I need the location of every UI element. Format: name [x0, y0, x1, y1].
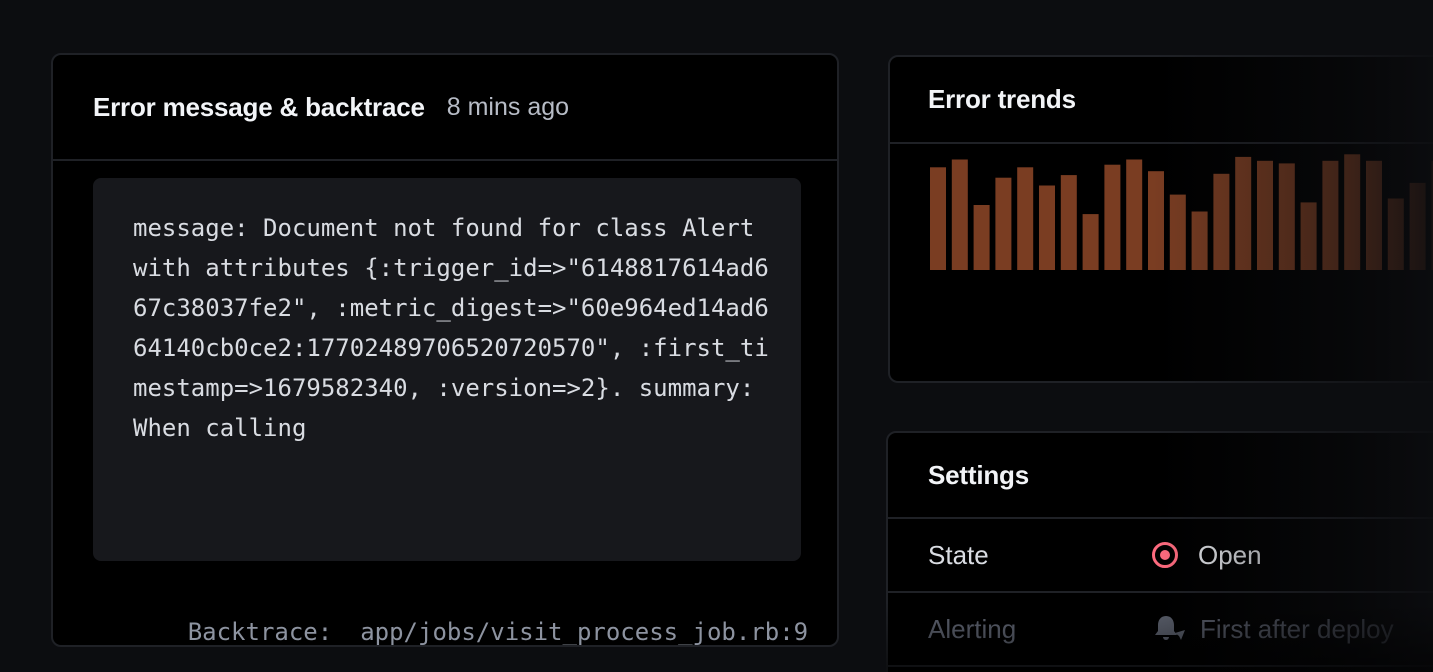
- error-trends-svg: [930, 154, 1433, 271]
- trend-bar[interactable]: [1278, 163, 1295, 270]
- trend-bar[interactable]: [1039, 185, 1055, 271]
- panel-header: Settings: [888, 433, 1433, 519]
- setting-value-alerting: First after deploy: [1200, 613, 1394, 644]
- trend-bar[interactable]: [1235, 156, 1252, 270]
- trend-bar[interactable]: [1409, 182, 1426, 270]
- trend-bar[interactable]: [1082, 214, 1099, 270]
- panel-title: Error trends: [928, 84, 1076, 114]
- trend-bar[interactable]: [1060, 175, 1077, 270]
- panel-header: Error trends: [890, 57, 1433, 144]
- state-selector[interactable]: Open: [1152, 540, 1262, 571]
- radio-selected-icon: [1152, 542, 1178, 568]
- backtrace-label: Backtrace:: [187, 618, 333, 646]
- trend-bar[interactable]: [1126, 159, 1143, 271]
- error-backtrace-panel: Error message & backtrace 8 mins ago mes…: [51, 53, 839, 647]
- trend-bar[interactable]: [1300, 202, 1317, 270]
- trend-bar[interactable]: [995, 177, 1012, 270]
- app-screen: Error message & backtrace 8 mins ago mes…: [0, 0, 1433, 672]
- backtrace-line: Backtrace: app/jobs/visit_process_job.rb:…: [101, 590, 808, 646]
- trend-bar[interactable]: [1148, 171, 1164, 270]
- panel-title: Settings: [928, 459, 1029, 490]
- setting-value-state: Open: [1198, 539, 1262, 570]
- trend-bar[interactable]: [1169, 194, 1186, 270]
- setting-label-state: State: [928, 539, 989, 570]
- settings-panel: Settings State Open Alerting First after…: [886, 431, 1433, 672]
- timestamp: 8 mins ago: [446, 92, 570, 121]
- panel-title: Error message & backtrace: [93, 91, 425, 122]
- error-message-text: message: Document not found for class Al…: [133, 214, 769, 442]
- error-trends-chart: [890, 144, 1433, 381]
- trend-bar[interactable]: [951, 159, 968, 271]
- trend-bar[interactable]: [1344, 154, 1361, 270]
- trend-bar[interactable]: [1366, 160, 1382, 270]
- trend-bar[interactable]: [930, 167, 946, 270]
- trend-bar[interactable]: [1213, 173, 1230, 270]
- alerting-selector[interactable]: First after deploy: [1152, 613, 1394, 645]
- setting-row-state: State Open: [888, 519, 1433, 593]
- error-message-code-block[interactable]: message: Document not found for class Al…: [93, 178, 801, 561]
- trend-bar[interactable]: [1017, 167, 1034, 270]
- trend-bar[interactable]: [1257, 160, 1273, 270]
- trend-bar[interactable]: [1104, 164, 1121, 270]
- trend-bar[interactable]: [1387, 198, 1404, 271]
- error-trends-panel: Error trends: [888, 55, 1433, 383]
- panel-header: Error message & backtrace 8 mins ago: [53, 55, 837, 161]
- bell-icon: [1155, 616, 1185, 640]
- trend-bar[interactable]: [1322, 160, 1339, 270]
- setting-row-alerting: Alerting First after deploy: [888, 593, 1433, 667]
- trend-bar[interactable]: [1191, 211, 1208, 271]
- trend-bar[interactable]: [973, 205, 990, 270]
- backtrace-file-link[interactable]: app/jobs/visit_process_job.rb:9: [360, 618, 808, 645]
- setting-label-alerting: Alerting: [928, 613, 1017, 644]
